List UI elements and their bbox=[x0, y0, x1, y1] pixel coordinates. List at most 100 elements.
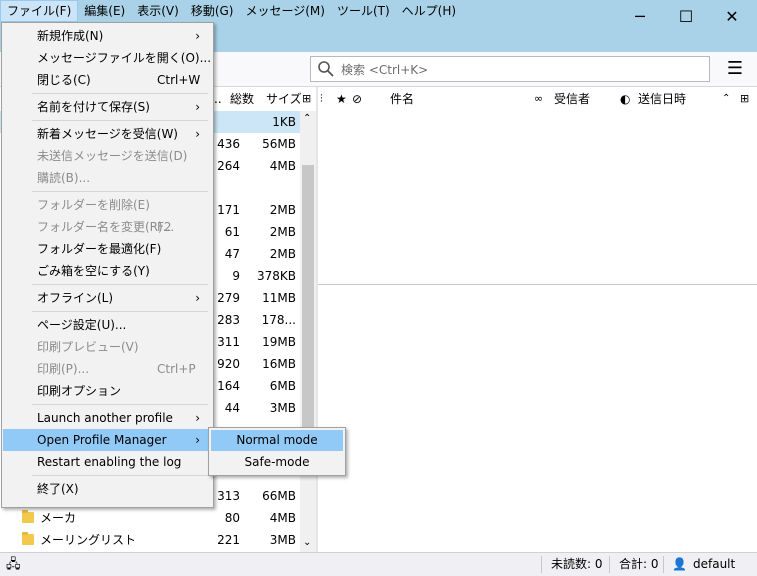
folder-size: 378KB bbox=[256, 269, 296, 283]
menu-go[interactable]: 移動(G) bbox=[185, 0, 240, 22]
folder-size: 16MB bbox=[262, 357, 296, 371]
file-menu-item[interactable]: 新規作成(N) › bbox=[3, 25, 212, 47]
thread-header: ⫶ ★ ⊘ 件名 ∞ 受信者 ◐ 送信日時 ⌃ ⊞ bbox=[318, 87, 757, 112]
menu-view[interactable]: 表示(V) bbox=[131, 0, 185, 22]
folder-col-name[interactable]: .. bbox=[214, 87, 222, 111]
close-button[interactable]: ✕ bbox=[709, 0, 755, 32]
folder-row[interactable]: メーカ 80 4MB bbox=[0, 507, 300, 529]
thread-column-icon[interactable]: ⫶ bbox=[320, 87, 323, 111]
menu-separator bbox=[32, 404, 208, 405]
file-menu-item[interactable]: 購読(B)... bbox=[3, 167, 212, 189]
profile-name[interactable]: default bbox=[693, 553, 735, 576]
folder-col-total[interactable]: 総数 bbox=[230, 87, 254, 111]
chevron-right-icon: › bbox=[195, 100, 200, 114]
file-menu-item[interactable]: メッセージファイルを開く(O)... bbox=[3, 47, 212, 69]
file-menu: 新規作成(N) › メッセージファイルを開く(O)... 閉じる(C) Ctrl+W 名前… bbox=[1, 22, 214, 508]
chevron-right-icon: › bbox=[195, 291, 200, 305]
file-menu-item[interactable]: 名前を付けて保存(S) › bbox=[3, 96, 212, 118]
menu-item-label: メッセージファイルを開く(O)... bbox=[37, 51, 212, 65]
menu-item-shortcut: Ctrl+P bbox=[157, 362, 196, 376]
file-menu-item[interactable]: 閉じる(C) Ctrl+W bbox=[3, 69, 212, 91]
file-menu-item[interactable]: ページ設定(U)... bbox=[3, 314, 212, 336]
menu-message[interactable]: メッセージ(M) bbox=[239, 0, 330, 22]
app-menu-icon[interactable]: ☰ bbox=[724, 58, 746, 80]
menu-item-label: フォルダー名を変更(R)... bbox=[37, 220, 175, 234]
menu-item-label: 名前を付けて保存(S) bbox=[37, 100, 150, 114]
file-menu-item[interactable]: 印刷(P)... Ctrl+P bbox=[3, 358, 212, 380]
menu-file[interactable]: ファイル(F) bbox=[0, 0, 79, 22]
folder-scrollbar-thumb[interactable] bbox=[302, 165, 314, 455]
menu-help[interactable]: ヘルプ(H) bbox=[396, 0, 462, 22]
menu-item-label: 購読(B)... bbox=[37, 171, 91, 185]
menu-separator bbox=[32, 311, 208, 312]
status-separator bbox=[609, 556, 610, 573]
file-menu-item[interactable]: フォルダーを最適化(F) bbox=[3, 238, 212, 260]
file-menu-item[interactable]: 印刷オプション bbox=[3, 380, 212, 402]
menu-item-label: 新規作成(N) bbox=[37, 29, 104, 43]
folder-col-size[interactable]: サイズ bbox=[266, 87, 302, 111]
chevron-right-icon: › bbox=[195, 127, 200, 141]
folder-size: 3MB bbox=[269, 533, 296, 547]
online-status-icon[interactable]: 🖧 bbox=[6, 553, 21, 576]
folder-icon bbox=[22, 510, 34, 523]
folder-size: 2MB bbox=[269, 247, 296, 261]
folder-name: メーカ bbox=[40, 511, 77, 525]
file-menu-item[interactable]: オフライン(L) › bbox=[3, 287, 212, 309]
attachment-icon[interactable]: ⊘ bbox=[352, 87, 362, 111]
file-menu-item[interactable]: 未送信メッセージを送信(D) bbox=[3, 145, 212, 167]
folder-size: 2MB bbox=[269, 225, 296, 239]
column-picker-icon[interactable]: ⊞ bbox=[302, 87, 311, 111]
chevron-right-icon: › bbox=[195, 433, 200, 447]
file-menu-item[interactable]: 終了(X) bbox=[3, 478, 212, 500]
search-input[interactable]: 検索 <Ctrl+K> bbox=[310, 56, 710, 82]
submenu-item[interactable]: Safe-mode bbox=[211, 452, 343, 473]
star-icon[interactable]: ★ bbox=[336, 87, 347, 111]
folder-size: 1KB bbox=[272, 115, 296, 129]
file-menu-item[interactable]: Launch another profile › bbox=[3, 407, 212, 429]
folder-size: 178... bbox=[261, 313, 296, 327]
menu-edit[interactable]: 編集(E) bbox=[78, 0, 131, 22]
folder-name: メーリングリスト bbox=[40, 533, 137, 547]
thread-col-date[interactable]: 送信日時 bbox=[638, 87, 686, 111]
file-menu-item[interactable]: 新着メッセージを受信(W) › bbox=[3, 123, 212, 145]
folder-count: 221 bbox=[217, 533, 240, 547]
search-icon bbox=[318, 61, 334, 77]
folder-row[interactable]: メーリングリスト 221 3MB bbox=[0, 529, 300, 551]
file-menu-item[interactable]: フォルダーを削除(E) bbox=[3, 194, 212, 216]
search-placeholder: 検索 <Ctrl+K> bbox=[341, 62, 429, 77]
menu-item-label: 閉じる(C) bbox=[37, 73, 91, 87]
profile-icon: 👤 bbox=[672, 557, 687, 571]
file-menu-item[interactable]: 印刷プレビュー(V) bbox=[3, 336, 212, 358]
menu-separator bbox=[32, 475, 208, 476]
file-menu-item[interactable]: Open Profile Manager › bbox=[3, 429, 212, 451]
folder-size: 2MB bbox=[269, 203, 296, 217]
scroll-down-icon[interactable]: ⌄ bbox=[303, 537, 311, 548]
unread-count: 未読数: 0 bbox=[551, 557, 603, 571]
read-status-icon[interactable]: ∞ bbox=[534, 87, 543, 111]
thread-col-subject[interactable]: 件名 bbox=[390, 87, 414, 111]
menu-bar: ファイル(F) 編集(E) 表示(V) 移動(G) メッセージ(M) ツール(T… bbox=[0, 0, 462, 22]
menu-separator bbox=[32, 120, 208, 121]
thread-col-sender[interactable]: 受信者 bbox=[554, 87, 590, 111]
file-menu-item[interactable]: フォルダー名を変更(R)... F2 bbox=[3, 216, 212, 238]
column-picker-icon[interactable]: ⊞ bbox=[740, 87, 749, 111]
folder-size: 4MB bbox=[269, 511, 296, 525]
status-separator bbox=[541, 556, 542, 573]
minimize-button[interactable]: ─ bbox=[617, 0, 663, 32]
maximize-button[interactable]: ☐ bbox=[663, 0, 709, 32]
status-bar: 🖧 未読数: 0 合計: 0 👤 default bbox=[0, 552, 757, 576]
submenu-item[interactable]: Normal mode bbox=[211, 430, 343, 451]
folder-size: 4MB bbox=[269, 159, 296, 173]
folder-size: 66MB bbox=[262, 489, 296, 503]
junk-icon[interactable]: ◐ bbox=[620, 87, 630, 111]
scroll-up-icon[interactable]: ⌃ bbox=[303, 113, 311, 124]
file-menu-item[interactable]: ごみ箱を空にする(Y) bbox=[3, 260, 212, 282]
sort-ascending-icon: ⌃ bbox=[722, 93, 731, 104]
file-menu-item[interactable]: Restart enabling the log bbox=[3, 451, 212, 473]
thread-list[interactable] bbox=[318, 111, 757, 285]
menu-item-label: フォルダーを最適化(F) bbox=[37, 242, 162, 256]
menu-tools[interactable]: ツール(T) bbox=[331, 0, 396, 22]
menu-separator bbox=[32, 191, 208, 192]
folder-size: 19MB bbox=[262, 335, 296, 349]
message-preview bbox=[318, 285, 757, 552]
